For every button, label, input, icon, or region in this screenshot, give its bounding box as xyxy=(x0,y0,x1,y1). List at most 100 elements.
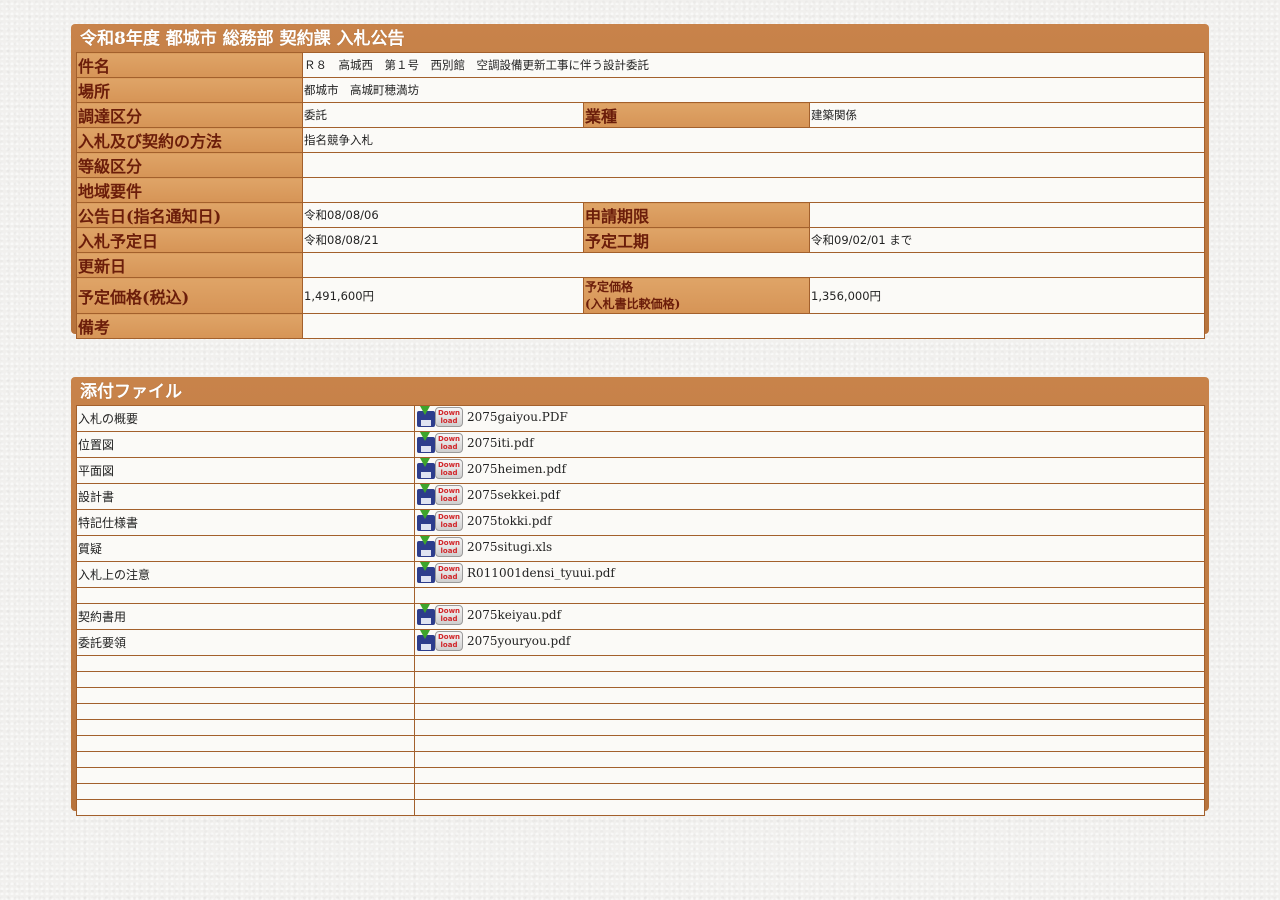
file-name-link[interactable]: 2075tokki.pdf xyxy=(467,514,552,528)
file-name-link[interactable]: R011001densi_tyuui.pdf xyxy=(467,566,615,580)
file-download-cell: Down load 2075youryou.pdf xyxy=(414,629,1205,656)
value-application-deadline xyxy=(809,202,1205,228)
table-row-empty xyxy=(76,671,1205,688)
file-name-link[interactable]: 2075sekkei.pdf xyxy=(467,488,560,502)
label-method: 入札及び契約の方法 xyxy=(76,127,303,153)
download-icon[interactable]: Down load xyxy=(417,406,464,429)
bid-notice-panel: 令和8年度 都城市 総務部 契約課 入札公告 件名 Ｒ８ 高城西 第１号 西別館… xyxy=(71,24,1209,339)
empty-cell xyxy=(414,751,1205,768)
download-icon-text-bottom: load xyxy=(440,495,458,503)
value-procurement: 委託 xyxy=(302,102,584,128)
download-icon-text-top: Down xyxy=(437,633,461,641)
table-row: 質疑 Down load 2075situgi.xls xyxy=(76,535,1205,562)
file-name-link[interactable]: 2075gaiyou.PDF xyxy=(467,410,568,424)
download-icon[interactable]: Down load xyxy=(417,484,464,507)
empty-cell xyxy=(414,735,1205,752)
download-icon-text-bottom: load xyxy=(440,615,458,623)
value-work-period: 令和09/02/01 まで xyxy=(809,227,1205,253)
file-download-cell: Down load 2075keiyau.pdf xyxy=(414,603,1205,630)
empty-cell xyxy=(414,719,1205,736)
file-download-cell: Down load R011001densi_tyuui.pdf xyxy=(414,561,1205,588)
value-subject: Ｒ８ 高城西 第１号 西別館 空調設備更新工事に伴う設計委託 xyxy=(302,52,1205,78)
download-icon-text-top: Down xyxy=(437,409,461,417)
empty-cell xyxy=(414,799,1205,816)
download-icon-text-bottom: load xyxy=(440,417,458,425)
file-name-link[interactable]: 2075youryou.pdf xyxy=(467,634,570,648)
empty-cell xyxy=(76,687,415,704)
empty-cell xyxy=(414,767,1205,784)
notice-title: 令和8年度 都城市 総務部 契約課 入札公告 xyxy=(80,29,405,49)
empty-cell xyxy=(76,751,415,768)
empty-cell xyxy=(414,703,1205,720)
download-icon-text-bottom: load xyxy=(440,547,458,555)
file-description: 入札上の注意 xyxy=(76,561,415,588)
file-description: 設計書 xyxy=(76,483,415,510)
download-icon[interactable]: Down load xyxy=(417,630,464,653)
file-name-link[interactable]: 2075keiyau.pdf xyxy=(467,608,561,622)
label-subject: 件名 xyxy=(76,52,303,78)
empty-cell xyxy=(414,587,1205,604)
value-method: 指名競争入札 xyxy=(302,127,1205,153)
table-row: 特記仕様書 Down load 2075tokki.pdf xyxy=(76,509,1205,536)
empty-cell xyxy=(76,703,415,720)
download-icon-text-bottom: load xyxy=(440,521,458,529)
download-link[interactable]: Down load 2075gaiyou.PDF xyxy=(416,406,568,429)
download-icon-text-top: Down xyxy=(437,607,461,615)
download-icon[interactable]: Down load xyxy=(417,604,464,627)
row-bid-date: 入札予定日 令和08/08/21 予定工期 令和09/02/01 まで xyxy=(76,227,1205,253)
value-location: 都城市 高城町穂満坊 xyxy=(302,77,1205,103)
download-icon[interactable]: Down load xyxy=(417,458,464,481)
table-row-empty xyxy=(76,587,1205,604)
table-row: 入札の概要 Down load 2075gaiyou.PDF xyxy=(76,405,1205,432)
download-link[interactable]: Down load 2075situgi.xls xyxy=(416,536,552,559)
empty-cell xyxy=(76,719,415,736)
download-icon-text-bottom: load xyxy=(440,469,458,477)
download-link[interactable]: Down load 2075sekkei.pdf xyxy=(416,484,560,507)
download-icon[interactable]: Down load xyxy=(417,432,464,455)
download-icon[interactable]: Down load xyxy=(417,510,464,533)
table-row: 位置図 Down load 2075iti.pdf xyxy=(76,431,1205,458)
label-grade: 等級区分 xyxy=(76,152,303,178)
empty-cell xyxy=(76,735,415,752)
empty-cell xyxy=(414,671,1205,688)
file-description: 委託要領 xyxy=(76,629,415,656)
table-row: 入札上の注意 Down load R011001densi_tyuui.pdf xyxy=(76,561,1205,588)
value-estimated-price: 1,491,600円 xyxy=(302,277,584,314)
row-region: 地域要件 xyxy=(76,177,1205,203)
value-bid-date: 令和08/08/21 xyxy=(302,227,584,253)
table-row: 設計書 Down load 2075sekkei.pdf xyxy=(76,483,1205,510)
label-announce-date: 公告日(指名通知日) xyxy=(76,202,303,228)
download-link[interactable]: Down load 2075iti.pdf xyxy=(416,432,534,455)
file-download-cell: Down load 2075tokki.pdf xyxy=(414,509,1205,536)
download-icon-text-top: Down xyxy=(437,461,461,469)
download-icon-text-bottom: load xyxy=(440,573,458,581)
download-icon-text-top: Down xyxy=(437,539,461,547)
download-link[interactable]: Down load 2075tokki.pdf xyxy=(416,510,552,533)
empty-cell xyxy=(76,587,415,604)
download-icon[interactable]: Down load xyxy=(417,562,464,585)
download-link[interactable]: Down load R011001densi_tyuui.pdf xyxy=(416,562,615,585)
file-name-link[interactable]: 2075iti.pdf xyxy=(467,436,534,450)
label-comparison-price-line2: (入札書比較価格) xyxy=(585,296,681,311)
value-industry: 建築関係 xyxy=(809,102,1205,128)
empty-cell xyxy=(76,671,415,688)
file-description: 入札の概要 xyxy=(76,405,415,432)
table-row-empty xyxy=(76,687,1205,704)
download-link[interactable]: Down load 2075keiyau.pdf xyxy=(416,604,561,627)
empty-cell xyxy=(76,655,415,672)
value-updated xyxy=(302,252,1205,278)
download-link[interactable]: Down load 2075heimen.pdf xyxy=(416,458,566,481)
file-name-link[interactable]: 2075heimen.pdf xyxy=(467,462,566,476)
download-icon[interactable]: Down load xyxy=(417,536,464,559)
row-remarks: 備考 xyxy=(76,313,1205,339)
empty-cell xyxy=(76,799,415,816)
label-bid-date: 入札予定日 xyxy=(76,227,303,253)
file-description: 契約書用 xyxy=(76,603,415,630)
row-grade: 等級区分 xyxy=(76,152,1205,178)
label-procurement: 調達区分 xyxy=(76,102,303,128)
row-price: 予定価格(税込) 1,491,600円 予定価格 (入札書比較価格) 1,356,… xyxy=(76,277,1205,314)
download-link[interactable]: Down load 2075youryou.pdf xyxy=(416,630,570,653)
table-row-empty xyxy=(76,703,1205,720)
label-comparison-price: 予定価格 (入札書比較価格) xyxy=(583,277,810,314)
file-name-link[interactable]: 2075situgi.xls xyxy=(467,540,552,554)
